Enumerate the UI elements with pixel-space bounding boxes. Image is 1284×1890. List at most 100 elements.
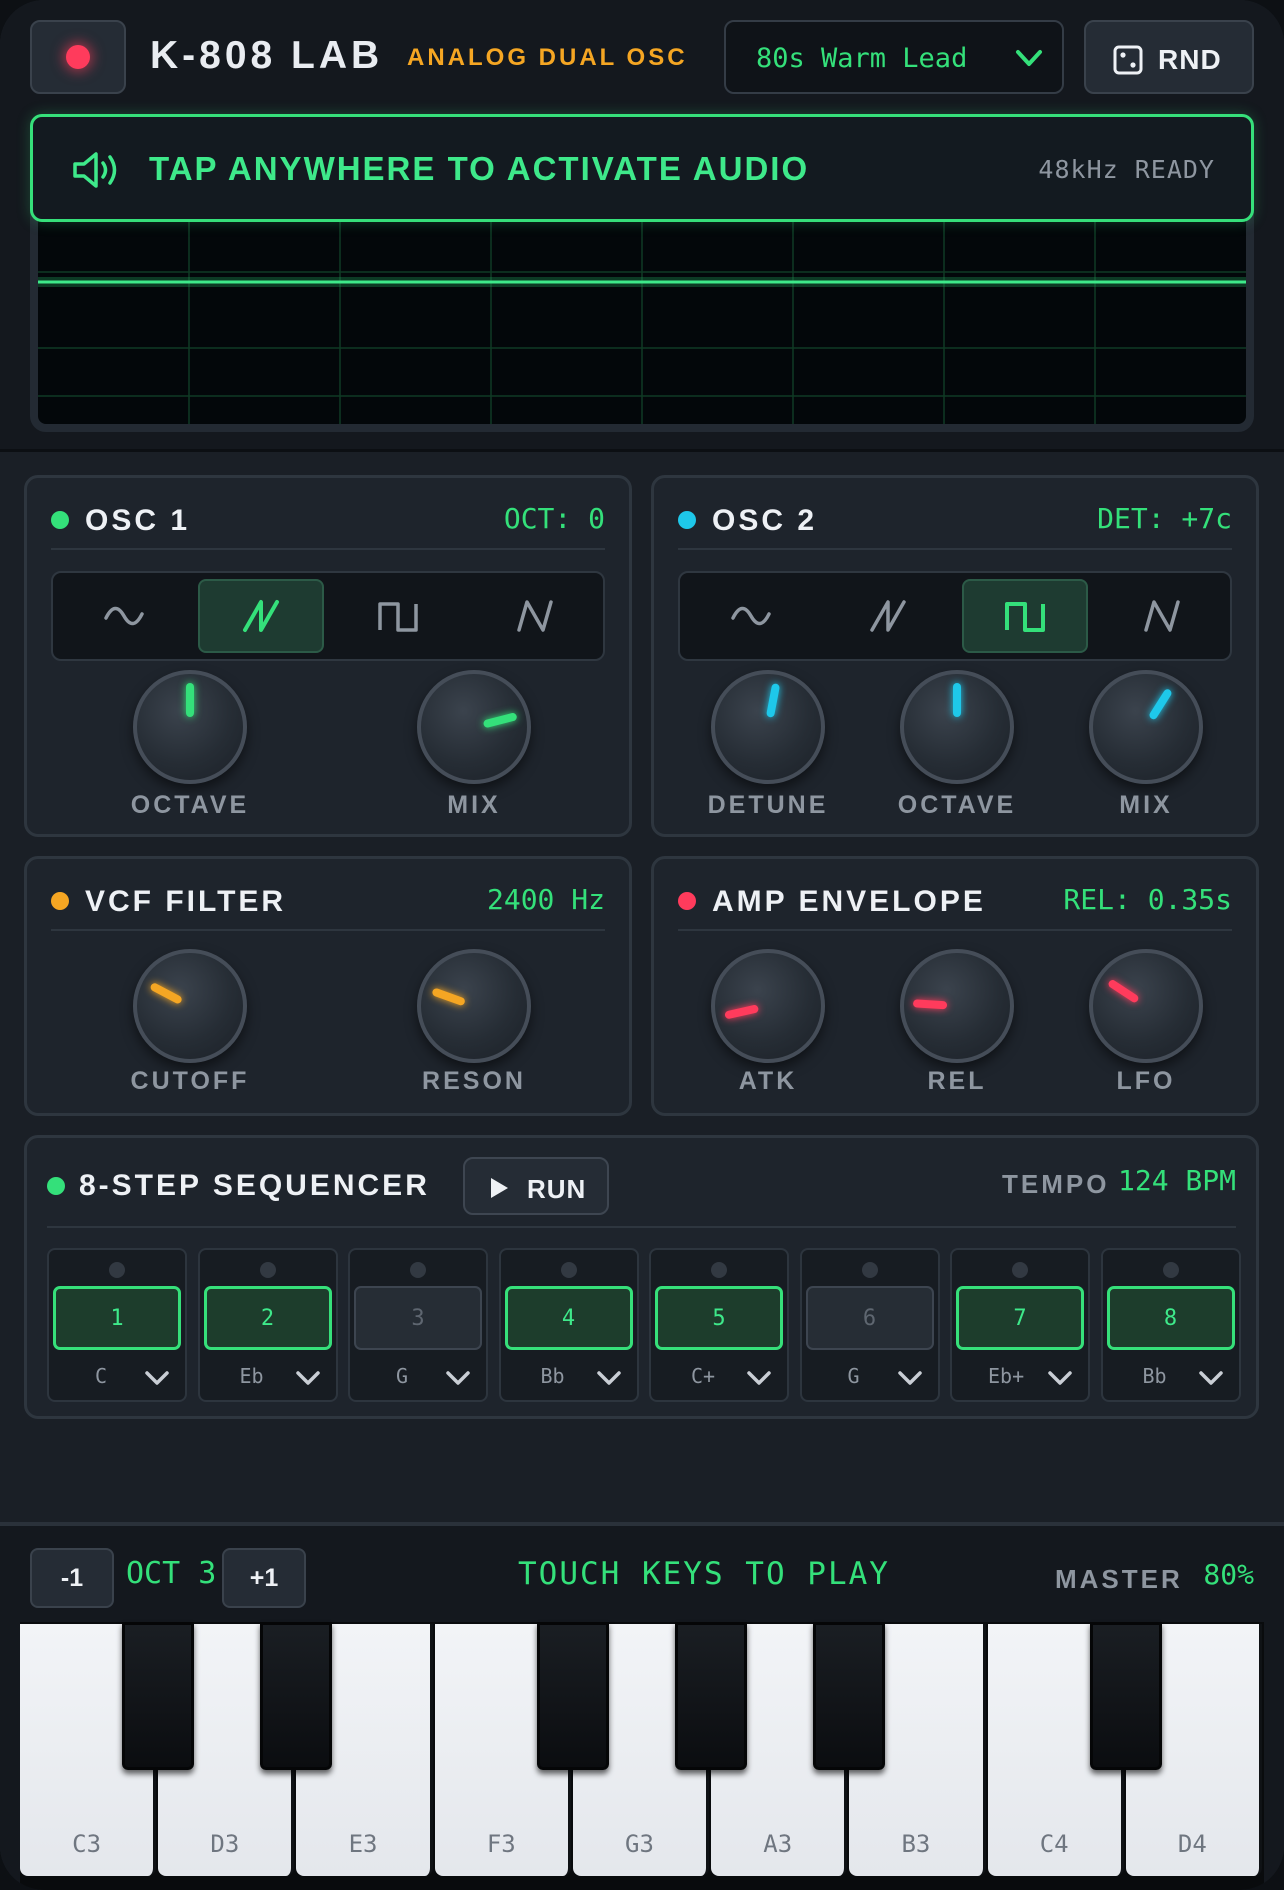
step-note-value[interactable]: Bb <box>537 1364 569 1388</box>
black-key[interactable] <box>675 1622 748 1770</box>
piano-keyboard: C3 D3 E3 F3 G3 A3 B3 C4 D4 <box>20 1622 1264 1890</box>
black-key[interactable] <box>122 1622 195 1770</box>
record-button[interactable] <box>30 20 126 94</box>
step-toggle-button[interactable]: 2 <box>203 1286 332 1350</box>
randomize-button[interactable]: RND <box>1084 20 1254 94</box>
top-section: K-808 LAB ANALOG DUAL OSC 80s Warm Lead … <box>0 0 1284 452</box>
vcf-cutoff-knob[interactable] <box>133 949 247 1063</box>
panel-title: 8-STEP SEQUENCER <box>79 1169 430 1202</box>
step-toggle-button[interactable]: 8 <box>1106 1286 1235 1350</box>
key-label: G3 <box>625 1830 654 1858</box>
osc1-octave-knob[interactable] <box>133 670 247 784</box>
osc1-mix-knob[interactable] <box>417 670 531 784</box>
sequencer-step: 4 Bb <box>498 1248 639 1402</box>
activate-audio-banner[interactable]: TAP ANYWHERE TO ACTIVATE AUDIO 48kHz REA… <box>30 114 1254 222</box>
step-indicator-led <box>1012 1262 1028 1278</box>
preset-value: 80s Warm Lead <box>756 43 968 74</box>
step-toggle-button[interactable]: 1 <box>53 1286 181 1350</box>
chevron-down-icon[interactable] <box>143 1368 171 1388</box>
waveform-sine-button[interactable] <box>688 579 814 653</box>
preset-select[interactable]: 80s Warm Lead <box>724 20 1064 94</box>
osc2-mix-knob[interactable] <box>1089 670 1203 784</box>
knob-indicator <box>482 712 518 729</box>
knob-label: ATK <box>738 1067 798 1095</box>
osc1-status-dot <box>51 511 69 529</box>
key-label: B3 <box>901 1830 931 1858</box>
sequencer-step: 1C <box>47 1248 187 1402</box>
step-note-value[interactable]: Eb+ <box>988 1364 1024 1388</box>
waveform-triangle-button[interactable] <box>472 579 598 653</box>
knob-label: OCTAVE <box>897 791 1017 819</box>
vcf-resonance-knob[interactable] <box>417 949 531 1063</box>
step-note-value[interactable]: Bb <box>1139 1364 1171 1388</box>
app-title: K-808 LAB <box>150 34 384 77</box>
divider <box>51 548 605 550</box>
octave-label: OCT 3 <box>126 1556 217 1591</box>
waveform-square-button[interactable] <box>962 579 1088 653</box>
step-indicator-led <box>560 1262 577 1278</box>
panel-title: AMP ENVELOPE <box>712 885 986 918</box>
black-key[interactable] <box>813 1622 886 1770</box>
knob-indicator <box>912 999 948 1010</box>
waveform-saw-button[interactable] <box>825 579 951 653</box>
step-note-value[interactable]: G <box>386 1364 418 1388</box>
waveform-square-button[interactable] <box>335 579 461 653</box>
chevron-down-icon[interactable] <box>444 1368 472 1388</box>
step-toggle-button[interactable]: 7 <box>956 1286 1084 1350</box>
octave-up-button[interactable]: +1 <box>222 1548 306 1608</box>
saw-wave-icon <box>870 600 906 632</box>
step-note-value[interactable]: G <box>838 1364 870 1388</box>
osc2-octave-knob[interactable] <box>900 670 1014 784</box>
chevron-down-icon[interactable] <box>595 1368 623 1388</box>
step-toggle-button[interactable]: 4 <box>504 1286 633 1350</box>
step-indicator-led <box>711 1262 727 1278</box>
chevron-down-icon[interactable] <box>1046 1368 1074 1388</box>
osc2-detune-knob[interactable] <box>711 670 825 784</box>
touch-hint: TOUCH KEYS TO PLAY <box>518 1556 890 1592</box>
run-label: RUN <box>527 1174 587 1204</box>
randomize-label: RND <box>1158 44 1222 75</box>
chevron-down-icon[interactable] <box>745 1368 773 1388</box>
keyboard-section: -1 OCT 3 +1 TOUCH KEYS TO PLAY MASTER 80… <box>0 1522 1284 1890</box>
amp-status-dot <box>678 892 696 910</box>
step-note-value[interactable]: Eb <box>236 1364 268 1388</box>
knob-indicator <box>431 987 466 1007</box>
osc2-panel: OSC 2 DET: +7c DETUNE OCTAVE MIX <box>651 475 1259 837</box>
amp-release-knob[interactable] <box>900 949 1014 1063</box>
knob-indicator <box>186 683 194 717</box>
chevron-down-icon[interactable] <box>294 1368 322 1388</box>
step-toggle-button[interactable]: 5 <box>655 1286 783 1350</box>
waveform-triangle-button[interactable] <box>1099 579 1225 653</box>
black-key[interactable] <box>1089 1622 1162 1770</box>
knob-label: RESON <box>422 1067 526 1095</box>
knob-label: DETUNE <box>707 791 829 819</box>
step-note-value[interactable]: C <box>85 1364 117 1388</box>
waveform-sine-button[interactable] <box>61 579 187 653</box>
master-value: 80% <box>1203 1558 1254 1591</box>
octave-down-button[interactable]: -1 <box>30 1548 114 1608</box>
triangle-wave-icon <box>1144 600 1180 632</box>
step-indicator-led <box>109 1262 125 1278</box>
amp-attack-knob[interactable] <box>711 949 825 1063</box>
chevron-down-icon[interactable] <box>1197 1368 1225 1388</box>
vcf-readout: 2400 Hz <box>486 883 605 916</box>
step-note-value[interactable]: C+ <box>687 1364 719 1388</box>
sequencer-step: 8 Bb <box>1100 1248 1241 1402</box>
divider <box>47 1226 1236 1228</box>
key-label: D4 <box>1177 1830 1207 1858</box>
chevron-down-icon[interactable] <box>896 1368 924 1388</box>
osc1-panel: OSC 1 OCT: 0 OCTAVE MIX <box>24 475 632 837</box>
step-toggle-button[interactable]: 3 <box>354 1286 482 1350</box>
step-toggle-button[interactable]: 6 <box>805 1286 934 1350</box>
knob-label: CUTOFF <box>130 1067 250 1095</box>
speaker-icon <box>73 152 117 188</box>
waveform-saw-button[interactable] <box>198 579 324 653</box>
step-indicator-led <box>259 1262 276 1278</box>
key-label: F3 <box>486 1830 516 1858</box>
black-key[interactable] <box>260 1622 333 1770</box>
sequencer-status-dot <box>47 1177 65 1195</box>
run-button[interactable]: RUN <box>463 1157 609 1215</box>
black-key[interactable] <box>536 1622 609 1770</box>
key-label: D3 <box>210 1830 240 1858</box>
amp-lfo-knob[interactable] <box>1089 949 1203 1063</box>
